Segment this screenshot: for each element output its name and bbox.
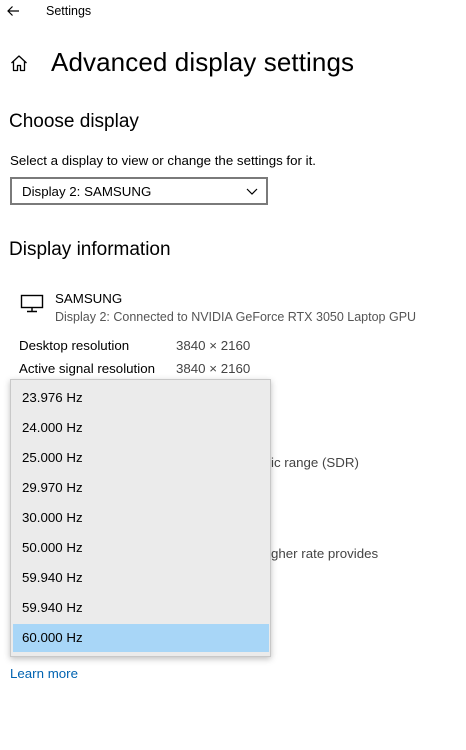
monitor-name: SAMSUNG (55, 291, 123, 306)
chevron-down-icon (246, 188, 258, 195)
refresh-rate-dropdown[interactable]: 23.976 Hz 24.000 Hz 25.000 Hz 29.970 Hz … (10, 379, 271, 657)
monitor-description: Display 2: Connected to NVIDIA GeForce R… (55, 310, 417, 324)
active-signal-resolution-value: 3840 × 2160 (176, 361, 251, 376)
home-icon (11, 55, 27, 72)
display-select[interactable]: Display 2: SAMSUNG (10, 177, 268, 205)
color-space-partial-text: ic range (SDR) (271, 455, 359, 470)
window-title: Settings (46, 4, 92, 18)
refresh-rate-option[interactable]: 29.970 Hz (13, 474, 269, 502)
refresh-rate-partial-text: gher rate provides (271, 546, 379, 561)
monitor-icon (20, 294, 44, 313)
refresh-rate-option[interactable]: 30.000 Hz (13, 504, 269, 532)
learn-more-link[interactable]: Learn more (10, 666, 78, 681)
page-title: Advanced display settings (51, 47, 355, 77)
refresh-rate-option[interactable]: 59.940 Hz (13, 594, 269, 622)
display-information-heading: Display information (9, 239, 171, 260)
active-signal-resolution-label: Active signal resolution (19, 361, 155, 376)
display-select-value: Display 2: SAMSUNG (22, 184, 152, 199)
refresh-rate-option[interactable]: 23.976 Hz (13, 384, 269, 412)
refresh-rate-option-selected[interactable]: 60.000 Hz (13, 624, 269, 652)
desktop-resolution-label: Desktop resolution (19, 338, 130, 353)
refresh-rate-option[interactable]: 50.000 Hz (13, 534, 269, 562)
desktop-resolution-value: 3840 × 2160 (176, 338, 251, 353)
choose-display-heading: Choose display (9, 111, 139, 132)
choose-display-description: Select a display to view or change the s… (10, 153, 316, 168)
refresh-rate-option[interactable]: 59.940 Hz (13, 564, 269, 592)
refresh-rate-option[interactable]: 24.000 Hz (13, 414, 269, 442)
back-arrow-icon[interactable] (4, 2, 22, 20)
refresh-rate-option[interactable]: 25.000 Hz (13, 444, 269, 472)
